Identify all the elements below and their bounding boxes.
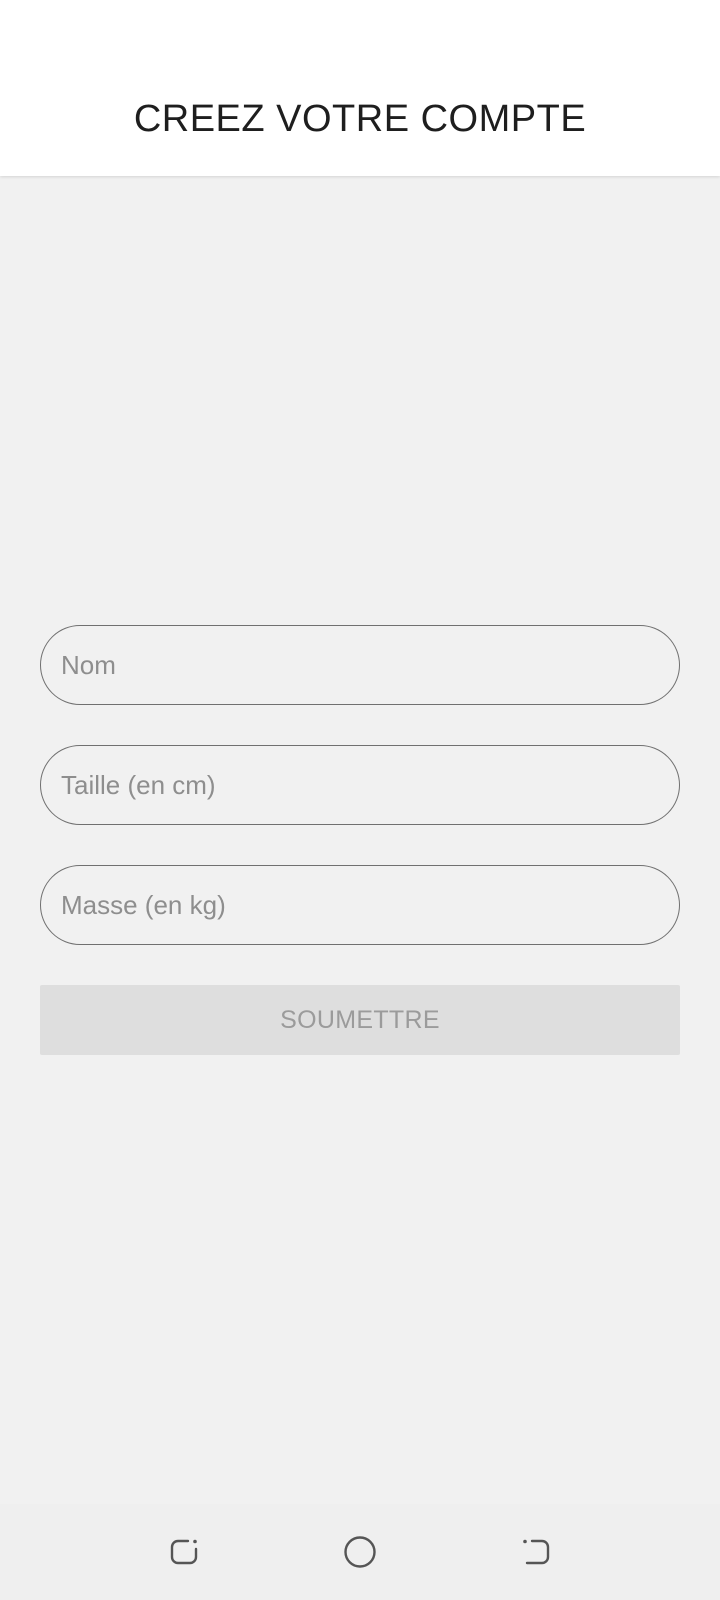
recent-apps-icon (170, 1539, 198, 1565)
page-title: CREEZ VOTRE COMPTE (133, 98, 587, 140)
nom-input[interactable] (40, 625, 680, 705)
system-navigation-bar (0, 1504, 720, 1600)
masse-input[interactable] (40, 865, 680, 945)
back-button[interactable] (510, 1526, 562, 1578)
back-icon (523, 1539, 550, 1565)
submit-button[interactable]: SOUMETTRE (40, 985, 680, 1055)
recent-apps-button[interactable] (158, 1526, 210, 1578)
home-icon (344, 1536, 376, 1568)
taille-input[interactable] (40, 745, 680, 825)
home-button[interactable] (334, 1526, 386, 1578)
app-header: CREEZ VOTRE COMPTE (0, 0, 720, 176)
